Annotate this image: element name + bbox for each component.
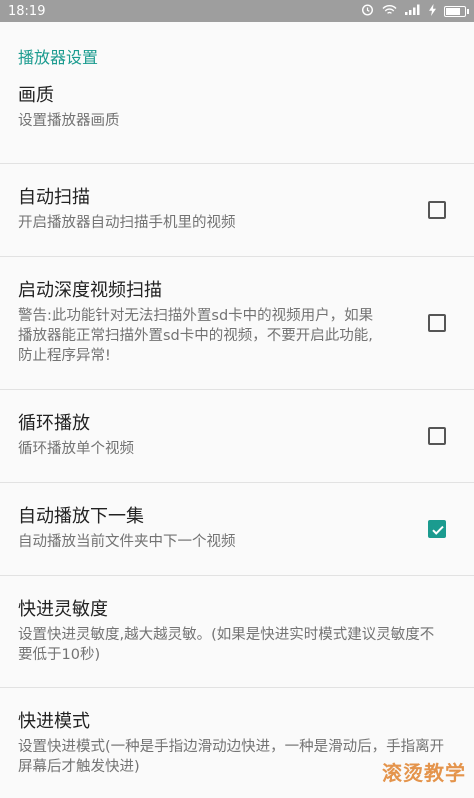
setting-picture-quality[interactable]: 画质 设置播放器画质 bbox=[0, 80, 474, 164]
autoplay-next-checkbox[interactable] bbox=[428, 520, 446, 538]
check-icon bbox=[432, 525, 444, 535]
settings-list: 画质 设置播放器画质 自动扫描 开启播放器自动扫描手机里的视频 启动深度视频扫描… bbox=[0, 80, 474, 798]
setting-title: 自动扫描 bbox=[18, 187, 90, 208]
section-title: 播放器设置 bbox=[18, 48, 99, 67]
auto-scan-checkbox[interactable] bbox=[428, 201, 446, 219]
setting-title: 循环播放 bbox=[18, 413, 90, 434]
signal-icon bbox=[405, 4, 421, 18]
setting-summary: 警告:此功能针对无法扫描外置sd卡中的视频用户，如果播放器能正常扫描外置sd卡中… bbox=[18, 308, 374, 364]
setting-seek-sensitivity[interactable]: 快进灵敏度 设置快进灵敏度,越大越灵敏。(如果是快进实时模式建议灵敏度不要低于1… bbox=[0, 576, 474, 688]
setting-title: 快进模式 bbox=[18, 711, 90, 732]
wifi-icon bbox=[382, 4, 397, 19]
status-time: 18:19 bbox=[8, 3, 46, 19]
setting-summary: 自动播放当前文件夹中下一个视频 bbox=[18, 534, 236, 550]
battery-icon bbox=[444, 5, 469, 17]
loop-play-checkbox[interactable] bbox=[428, 427, 446, 445]
watermark: 滚烫教学 bbox=[382, 761, 466, 785]
setting-deep-scan[interactable]: 启动深度视频扫描 警告:此功能针对无法扫描外置sd卡中的视频用户，如果播放器能正… bbox=[0, 257, 474, 390]
setting-summary: 设置快进灵敏度,越大越灵敏。(如果是快进实时模式建议灵敏度不要低于10秒) bbox=[18, 627, 435, 663]
setting-summary: 开启播放器自动扫描手机里的视频 bbox=[18, 215, 236, 231]
setting-summary: 设置播放器画质 bbox=[18, 113, 120, 129]
status-bar: 18:19 bbox=[0, 0, 474, 22]
setting-title: 快进灵敏度 bbox=[18, 599, 108, 620]
setting-summary: 循环播放单个视频 bbox=[18, 441, 134, 457]
setting-autoplay-next[interactable]: 自动播放下一集 自动播放当前文件夹中下一个视频 bbox=[0, 483, 474, 576]
deep-scan-checkbox[interactable] bbox=[428, 314, 446, 332]
setting-title: 自动播放下一集 bbox=[18, 506, 144, 527]
setting-title: 画质 bbox=[18, 85, 54, 106]
setting-loop-play[interactable]: 循环播放 循环播放单个视频 bbox=[0, 390, 474, 483]
setting-auto-scan[interactable]: 自动扫描 开启播放器自动扫描手机里的视频 bbox=[0, 164, 474, 257]
alarm-icon bbox=[361, 3, 374, 19]
charging-icon bbox=[429, 3, 436, 19]
status-icons bbox=[361, 3, 469, 19]
setting-title: 启动深度视频扫描 bbox=[18, 280, 162, 301]
